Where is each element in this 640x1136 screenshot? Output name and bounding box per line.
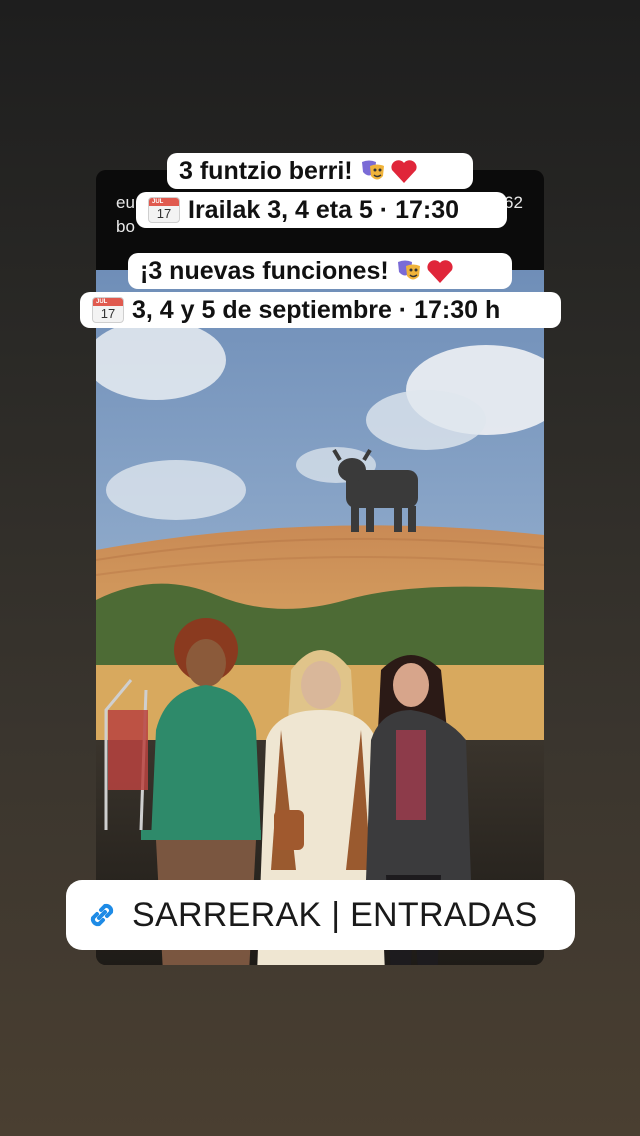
link-icon	[90, 903, 114, 927]
story-post-card: eu bo 62	[96, 170, 544, 965]
basque-dates-caption: JUL 17 Irailak 3, 4 eta 5 · 17:30	[136, 192, 507, 228]
calendar-icon: JUL 17	[92, 297, 124, 323]
spanish-dates-text: 3, 4 y 5 de septiembre · 17:30 h	[132, 295, 501, 324]
spanish-dates-caption: JUL 17 3, 4 y 5 de septiembre · 17:30 h	[80, 292, 561, 328]
post-photo[interactable]	[96, 270, 544, 965]
theater-masks-icon	[397, 260, 420, 280]
basque-title-text: 3 funtzio berri!	[179, 156, 353, 185]
basque-title-caption: 3 funtzio berri!	[167, 153, 473, 189]
theater-masks-icon	[361, 160, 384, 180]
tickets-link-label: SARRERAK | ENTRADAS	[132, 895, 538, 934]
calendar-icon: JUL 17	[148, 197, 180, 223]
basque-dates-text: Irailak 3, 4 eta 5 · 17:30	[188, 195, 460, 224]
post-header-text-2: bo	[116, 217, 135, 236]
heart-icon	[391, 160, 417, 183]
heart-icon	[427, 260, 453, 283]
stage-photo-illustration	[96, 270, 544, 965]
spanish-title-caption: ¡3 nuevas funciones!	[128, 253, 512, 289]
tickets-link-sticker[interactable]: SARRERAK | ENTRADAS	[66, 880, 575, 950]
post-header-text-1: eu	[116, 193, 135, 212]
spanish-title-text: ¡3 nuevas funciones!	[140, 256, 389, 285]
